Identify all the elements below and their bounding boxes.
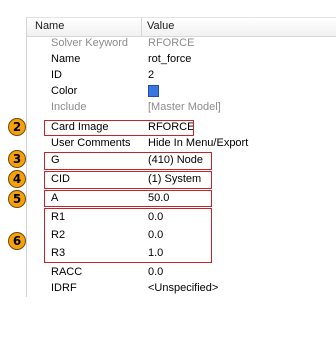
property-name: IDRF [51,282,77,294]
property-value[interactable]: 2 [148,69,154,81]
grid-header: Name Value [27,17,336,37]
column-separator[interactable] [141,18,142,36]
property-value[interactable]: <Unspecified> [148,282,218,294]
property-value[interactable]: Hide In Menu/Export [148,137,248,149]
property-value: RFORCE [148,37,195,49]
row-idrf[interactable]: IDRF <Unspecified> [27,281,336,297]
property-name: Include [51,101,87,113]
color-value[interactable] [148,85,159,98]
property-name: RACC [51,266,83,278]
row-user-comments[interactable]: User Comments Hide In Menu/Export [27,136,336,152]
value-column-header[interactable]: Value [147,20,174,32]
property-value[interactable]: 0.0 [148,266,163,278]
callout-badge-6: 6 [8,232,26,250]
row-racc[interactable]: RACC 0.0 [27,265,336,281]
highlight-r-values [44,208,212,263]
property-name: ID [51,69,62,81]
row-name[interactable]: Name rot_force [27,52,336,68]
name-column-header[interactable]: Name [35,20,64,32]
property-name: Color [51,85,78,97]
callout-badge-3: 3 [8,150,26,168]
color-swatch[interactable] [148,85,159,98]
property-name: Name [51,53,81,65]
row-include[interactable]: Include [Master Model] [27,100,336,116]
row-solver-keyword[interactable]: Solver Keyword RFORCE [27,36,336,52]
highlight-g [44,152,212,170]
highlight-cid [44,171,212,189]
property-name: User Comments [51,137,131,149]
highlight-a [44,190,212,207]
property-name: Solver Keyword [51,37,129,49]
callout-badge-4: 4 [8,170,26,188]
property-value: [Master Model] [148,101,221,113]
row-color[interactable]: Color [27,84,336,100]
row-id[interactable]: ID 2 [27,68,336,84]
callout-badge-5: 5 [8,190,26,208]
highlight-card-image [44,120,194,136]
property-value[interactable]: rot_force [148,53,191,65]
callout-badge-2: 2 [8,118,26,136]
